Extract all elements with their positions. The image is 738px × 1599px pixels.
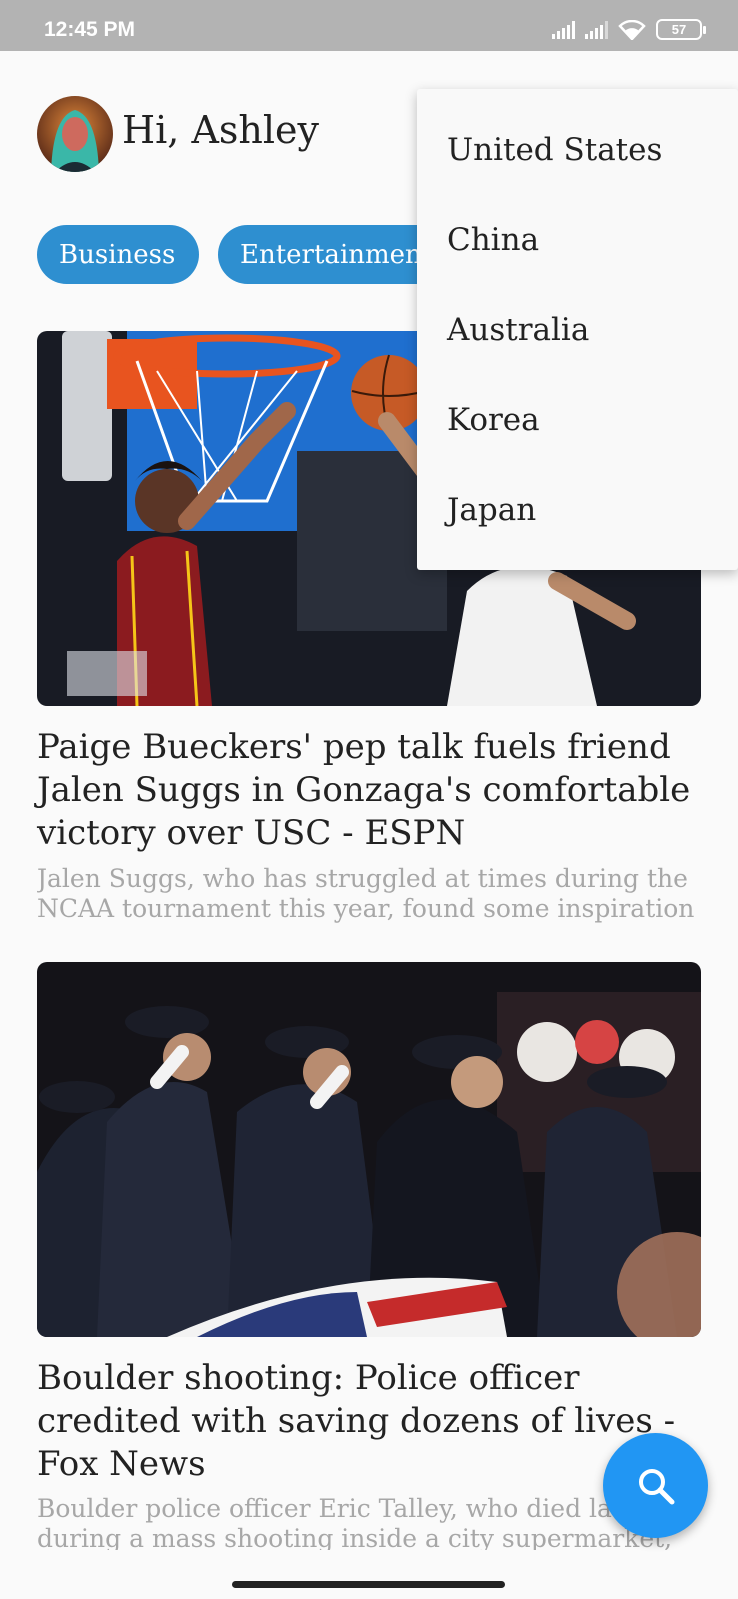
search-icon (638, 1468, 674, 1504)
article-image-police[interactable] (37, 962, 701, 1337)
greeting: Hi, Ashley (122, 108, 319, 152)
menu-item-korea[interactable]: Korea (417, 375, 738, 465)
battery-level: 57 (671, 22, 687, 37)
menu-item-australia[interactable]: Australia (417, 285, 738, 375)
status-bar: 12:45 PM 57 (0, 0, 738, 51)
menu-item-japan[interactable]: Japan (417, 465, 738, 555)
menu-item-united-states[interactable]: United States (417, 105, 738, 195)
status-icons: 57 (552, 19, 706, 40)
chip-label: Business (59, 239, 176, 270)
status-time: 12:45 PM (44, 18, 136, 41)
signal-icon-2 (585, 20, 608, 39)
home-indicator[interactable] (232, 1581, 505, 1588)
menu-item-china[interactable]: China (417, 195, 738, 285)
article-headline[interactable]: Paige Bueckers' pep talk fuels friend Ja… (37, 726, 717, 855)
search-fab-button[interactable] (603, 1433, 708, 1538)
avatar[interactable] (37, 96, 113, 172)
country-dropdown-menu: United States China Australia Korea Japa… (417, 89, 738, 570)
article-summary: Jalen Suggs, who has struggled at times … (37, 864, 695, 923)
battery-icon: 57 (656, 19, 706, 40)
signal-icon (552, 20, 575, 39)
wifi-icon (618, 19, 646, 40)
category-chip-business[interactable]: Business (37, 225, 199, 284)
chip-label: Entertainment (240, 239, 433, 270)
